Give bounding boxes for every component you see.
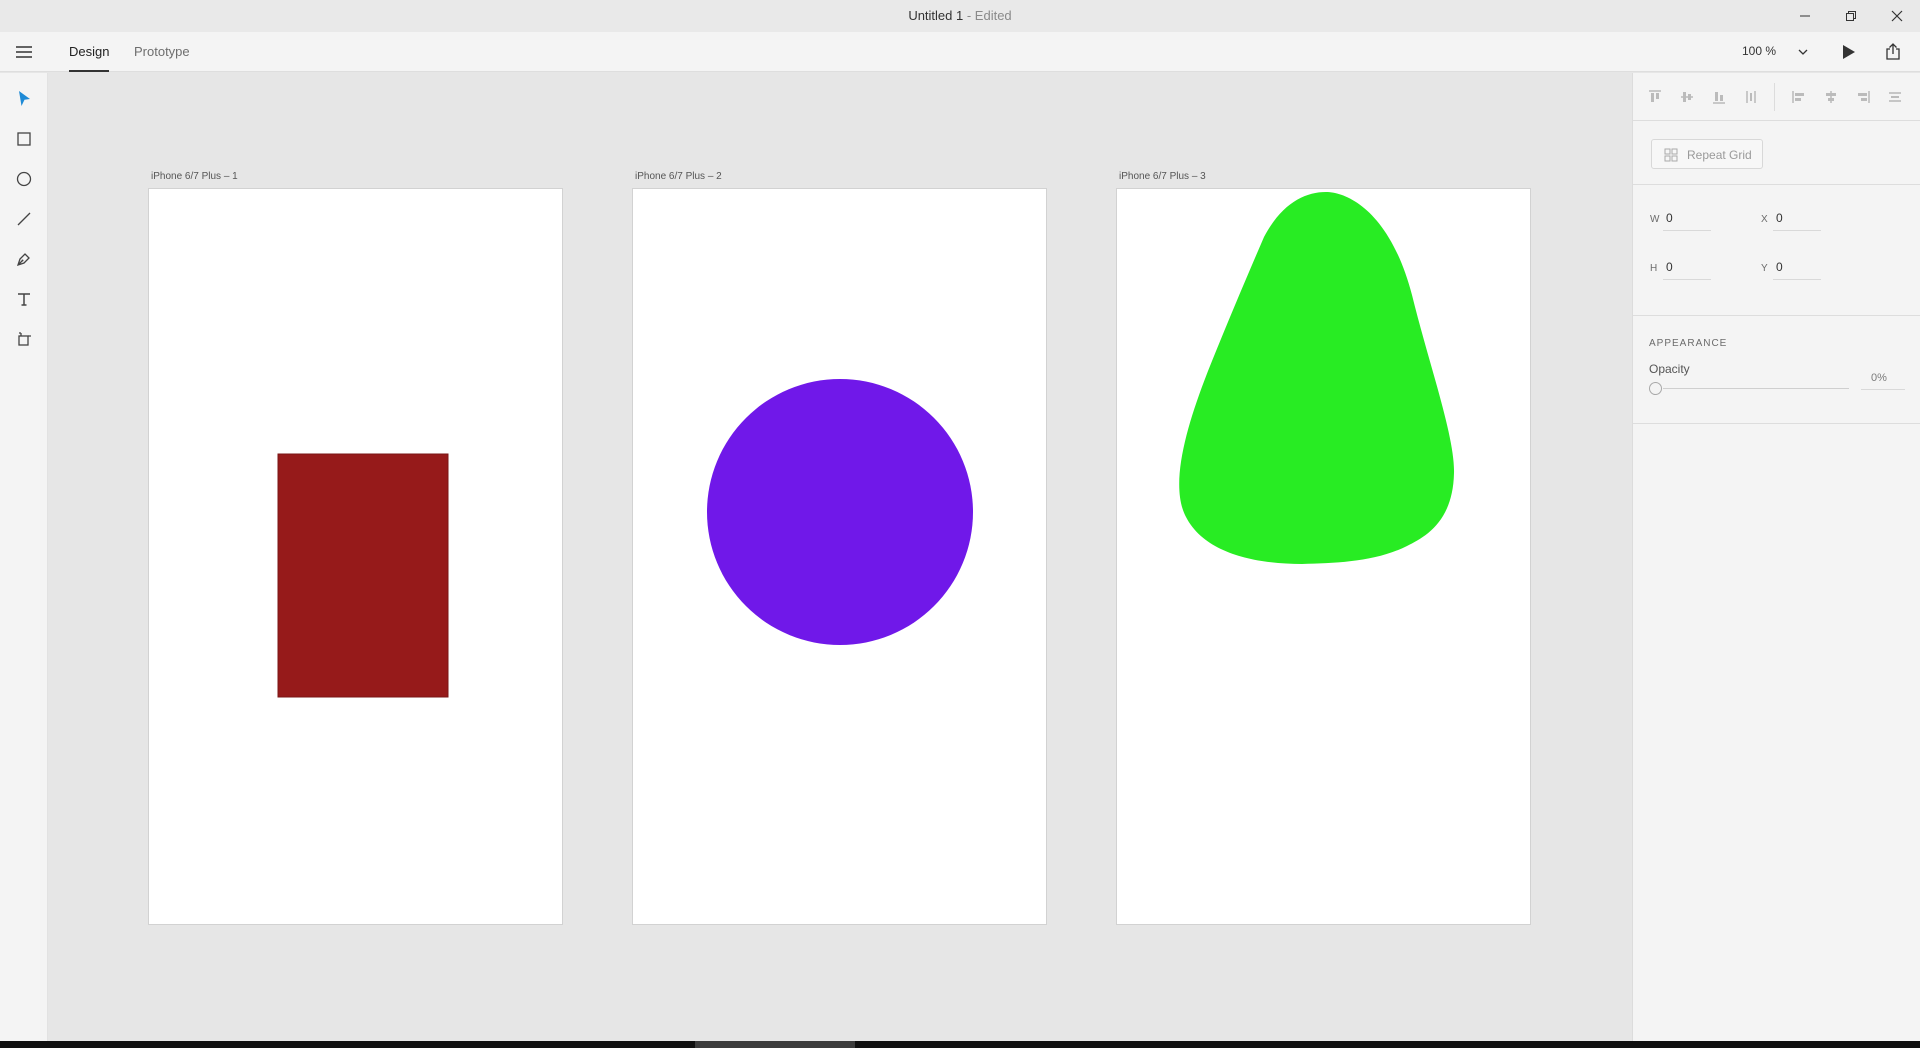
taskbar-active-app[interactable] xyxy=(695,1041,855,1048)
y-underline xyxy=(1773,279,1821,280)
align-bottom-icon[interactable] xyxy=(1711,89,1727,105)
height-label: H xyxy=(1650,263,1658,274)
app-bar: Design Prototype 100 % xyxy=(0,32,1920,72)
artboard-2-content xyxy=(707,379,973,645)
property-inspector: Repeat Grid W 0 X 0 H 0 Y 0 APPEARANCE O… xyxy=(1632,73,1920,1041)
opacity-field[interactable]: 0% xyxy=(1871,372,1887,384)
repeat-grid-button[interactable]: Repeat Grid xyxy=(1651,139,1763,169)
opacity-underline xyxy=(1861,389,1905,390)
green-blob-shape[interactable] xyxy=(1179,192,1455,564)
opacity-slider-track[interactable] xyxy=(1663,388,1849,389)
artboard-3-label[interactable]: iPhone 6/7 Plus – 3 xyxy=(1119,171,1206,182)
tool-bar xyxy=(0,73,48,1041)
x-label: X xyxy=(1761,214,1768,225)
opacity-label: Opacity xyxy=(1649,362,1690,376)
restore-button[interactable] xyxy=(1828,0,1874,32)
align-section xyxy=(1633,73,1920,121)
purple-circle[interactable] xyxy=(707,379,973,645)
width-field[interactable]: 0 xyxy=(1666,211,1673,225)
y-field[interactable]: 0 xyxy=(1776,260,1783,274)
title-bar: Untitled 1 - Edited xyxy=(0,0,1920,32)
hamburger-menu-icon[interactable] xyxy=(14,42,34,62)
distribute-horizontal-icon[interactable] xyxy=(1887,89,1903,105)
x-field[interactable]: 0 xyxy=(1776,211,1783,225)
close-button[interactable] xyxy=(1874,0,1920,32)
window-title: Untitled 1 - Edited xyxy=(0,8,1920,23)
title-separator: - xyxy=(963,8,975,23)
artboard-1-content xyxy=(277,453,449,698)
edited-status: Edited xyxy=(974,8,1012,23)
select-tool[interactable] xyxy=(12,87,36,111)
text-tool[interactable] xyxy=(12,287,36,311)
ellipse-tool[interactable] xyxy=(12,167,36,191)
grid-icon xyxy=(1664,148,1678,162)
appearance-heading: APPEARANCE xyxy=(1649,338,1728,349)
distribute-vertical-icon[interactable] xyxy=(1743,89,1759,105)
text-icon xyxy=(18,293,30,306)
align-center-icon[interactable] xyxy=(1823,89,1839,105)
minimize-icon xyxy=(1800,15,1810,17)
y-label: Y xyxy=(1761,263,1768,274)
artboard-2[interactable] xyxy=(632,188,1047,925)
pointer-arrow-icon xyxy=(19,91,30,106)
artboard-tool[interactable] xyxy=(12,327,36,351)
tab-prototype[interactable]: Prototype xyxy=(134,44,190,59)
x-underline xyxy=(1773,230,1821,231)
design-canvas[interactable]: iPhone 6/7 Plus – 1 iPhone 6/7 Plus – 2 … xyxy=(48,73,1631,1041)
line-tool[interactable] xyxy=(12,207,36,231)
repeat-grid-section: Repeat Grid xyxy=(1633,121,1920,185)
zoom-level[interactable]: 100 % xyxy=(1742,44,1776,58)
rectangle-tool[interactable] xyxy=(12,127,36,151)
opacity-slider-handle[interactable] xyxy=(1649,382,1662,395)
height-field[interactable]: 0 xyxy=(1666,260,1673,274)
rectangle-icon xyxy=(17,132,31,146)
document-name: Untitled 1 xyxy=(908,8,964,23)
align-divider xyxy=(1774,83,1775,111)
pen-icon xyxy=(16,253,30,267)
red-rectangle[interactable] xyxy=(277,453,449,698)
artboard-3-content xyxy=(1179,192,1455,564)
taskbar xyxy=(0,1041,1920,1048)
artboard-1-label[interactable]: iPhone 6/7 Plus – 1 xyxy=(151,171,238,182)
pen-tool[interactable] xyxy=(12,247,36,271)
appearance-section: APPEARANCE Opacity 0% xyxy=(1633,316,1920,424)
ellipse-icon xyxy=(16,171,32,187)
width-label: W xyxy=(1650,214,1660,225)
line-icon xyxy=(17,212,31,226)
width-underline xyxy=(1663,230,1711,231)
tab-design[interactable]: Design xyxy=(69,44,110,72)
minimize-button[interactable] xyxy=(1782,0,1828,32)
artboard-icon xyxy=(18,332,31,346)
artboard-2-label[interactable]: iPhone 6/7 Plus – 2 xyxy=(635,171,722,182)
close-icon xyxy=(1891,10,1903,22)
repeat-grid-label: Repeat Grid xyxy=(1687,148,1752,162)
align-right-icon[interactable] xyxy=(1855,89,1871,105)
transform-section: W 0 X 0 H 0 Y 0 xyxy=(1633,185,1920,316)
align-left-icon[interactable] xyxy=(1791,89,1807,105)
chevron-down-icon[interactable] xyxy=(1797,46,1809,58)
share-icon[interactable] xyxy=(1883,42,1903,62)
artboard-1[interactable] xyxy=(148,188,563,925)
restore-icon xyxy=(1846,11,1856,21)
artboard-3[interactable] xyxy=(1116,188,1531,925)
align-middle-icon[interactable] xyxy=(1679,89,1695,105)
align-top-icon[interactable] xyxy=(1647,89,1663,105)
play-icon[interactable] xyxy=(1838,42,1858,62)
height-underline xyxy=(1663,279,1711,280)
